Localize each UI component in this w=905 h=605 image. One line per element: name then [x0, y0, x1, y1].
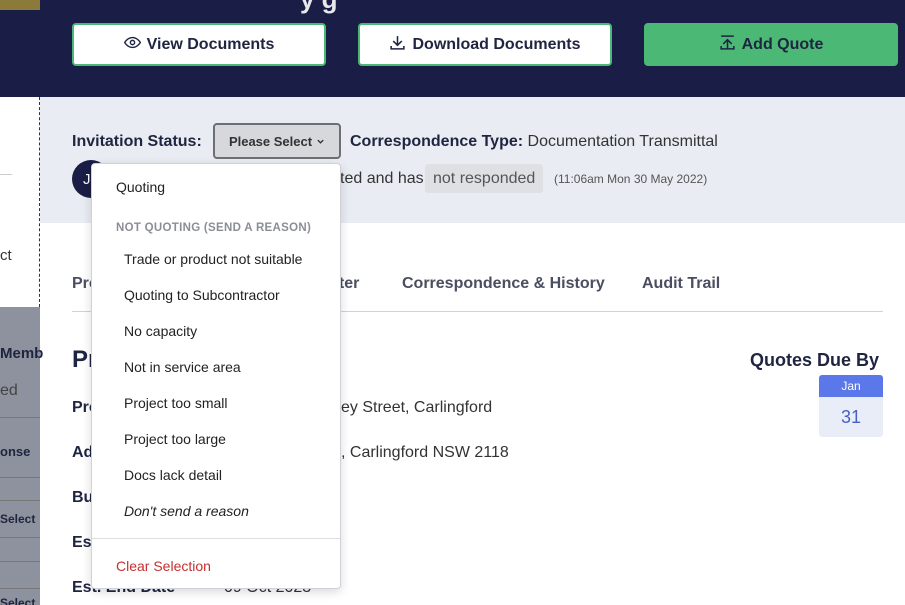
option-reason[interactable]: Not in service area — [124, 359, 241, 375]
option-reason[interactable]: Trade or product not suitable — [124, 251, 302, 267]
invitation-status-select[interactable]: Please Select — [213, 123, 341, 159]
left-panel-members: Memb ed onse Select Select — [0, 307, 44, 605]
left-panel-top: ct — [0, 97, 40, 307]
invitation-status-dropdown: Quoting NOT QUOTING (SEND A REASON) Trad… — [91, 163, 341, 589]
tab-correspondence-history[interactable]: Correspondence & History — [402, 275, 605, 293]
calendar-month: Jan — [819, 375, 883, 397]
dropdown-divider — [92, 538, 340, 539]
upload-icon — [719, 34, 736, 56]
address-field-value: , Carlingford NSW 2118 — [341, 444, 509, 461]
eye-icon — [123, 34, 141, 56]
correspondence-type-label: Correspondence Type: — [350, 133, 524, 150]
tab-audit-trail[interactable]: Audit Trail — [642, 275, 720, 293]
response-timestamp: (11:06am Mon 30 May 2022) — [554, 172, 708, 186]
view-documents-button[interactable]: View Documents — [72, 23, 326, 66]
option-quoting[interactable]: Quoting — [116, 179, 165, 195]
correspondence-type: Correspondence Type: Documentation Trans… — [350, 133, 718, 151]
divider — [0, 477, 40, 478]
not-quoting-group-header: NOT QUOTING (SEND A REASON) — [116, 222, 312, 234]
add-quote-label: Add Quote — [741, 35, 824, 53]
logo-fragment — [0, 0, 40, 10]
sidebar-fragment: ed — [0, 382, 18, 399]
download-icon — [389, 34, 406, 56]
option-reason[interactable]: Quoting to Subcontractor — [124, 287, 280, 303]
page-header: y g View Documents Download Documents Ad… — [0, 0, 905, 97]
select-label: Please Select — [228, 133, 313, 149]
clear-selection-button[interactable]: Clear Selection — [116, 558, 211, 574]
divider — [0, 588, 40, 589]
add-quote-button[interactable]: Add Quote — [644, 23, 898, 66]
project-field-value: ey Street, Carlingford — [341, 399, 493, 416]
option-reason[interactable]: No capacity — [124, 323, 197, 339]
download-documents-label: Download Documents — [412, 35, 581, 53]
row-select-fragment[interactable]: Select — [0, 512, 35, 526]
quotes-due-heading: Quotes Due By — [750, 350, 880, 370]
option-no-reason[interactable]: Don't send a reason — [124, 503, 249, 519]
page-title: y g — [300, 0, 338, 15]
response-text: ted and has — [340, 170, 424, 187]
divider — [0, 417, 40, 418]
row-select-fragment[interactable]: Select — [0, 596, 35, 605]
option-reason[interactable]: Docs lack detail — [124, 467, 222, 483]
invitation-status-label: Invitation Status: — [72, 133, 202, 150]
correspondence-type-value: Documentation Transmittal — [527, 133, 718, 150]
calendar-day: 31 — [819, 397, 883, 437]
chevron-down-icon — [316, 134, 325, 149]
divider — [0, 500, 40, 501]
sidebar-fragment: ct — [0, 247, 12, 264]
due-date-calendar: Jan 31 — [819, 375, 883, 437]
view-documents-label: View Documents — [146, 35, 275, 53]
divider — [0, 561, 40, 562]
divider — [0, 174, 12, 175]
members-heading-fragment: Memb — [0, 345, 44, 362]
option-reason[interactable]: Project too small — [124, 395, 227, 411]
divider — [0, 537, 40, 538]
download-documents-button[interactable]: Download Documents — [358, 23, 612, 66]
response-column-fragment: onse — [0, 444, 31, 459]
option-reason[interactable]: Project too large — [124, 431, 226, 447]
status-badge: not responded — [425, 164, 544, 193]
